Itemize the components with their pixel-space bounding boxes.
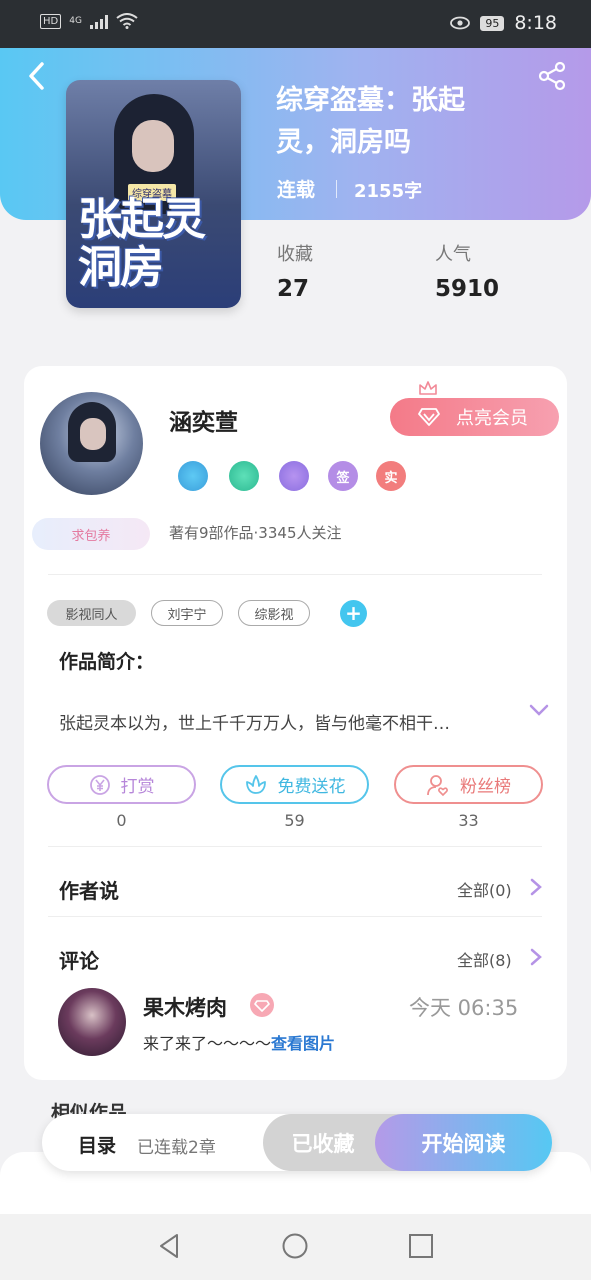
flower-icon [245,774,266,794]
cover-title: 张起灵洞房 [78,194,206,293]
user-heart-icon [427,774,448,796]
author-avatar[interactable] [40,392,143,495]
nav-back-icon[interactable] [155,1232,183,1260]
author-says-title: 作者说 [59,879,119,903]
start-reading-button[interactable]: 开始阅读 [375,1114,552,1171]
verified-badge-icon[interactable]: 实 [376,461,406,491]
qiubao-badge: 求包养 [32,518,150,550]
tip-count: 0 [116,811,127,830]
status-bar: HD 4G 95 8:18 [0,0,591,48]
tag-1[interactable]: 影视同人 [47,600,136,626]
chevron-down-icon[interactable] [528,702,550,718]
diamond-icon [418,408,440,426]
tip-button[interactable]: 打赏 [47,765,196,804]
fans-button[interactable]: 粉丝榜 [394,765,543,804]
divider [48,846,542,847]
avatar-face [80,418,106,450]
tip-label: 打赏 [120,777,155,797]
fans-count: 33 [458,811,479,830]
book-title: 综穿盗墓：张起灵，洞房吗 [276,85,465,158]
favorites-value: 27 [277,276,310,302]
popularity-value: 5910 [435,276,500,302]
back-icon[interactable] [22,58,50,94]
divider [48,574,542,575]
add-tag-button[interactable]: + [340,600,367,627]
toc-meta[interactable]: 已连载2章 [137,1133,216,1158]
word-count: 2155字 [354,181,423,202]
crown-icon [419,381,437,395]
author-meta: 著有9部作品·3345人关注 [169,524,342,542]
flower-button[interactable]: 免费送花 [220,765,369,804]
eye-comfort-icon [450,16,471,30]
ticket-badge-icon[interactable] [279,461,309,491]
commenter-avatar[interactable] [58,988,126,1056]
comments-title: 评论 [59,949,99,973]
intro-text[interactable]: 张起灵本以为，世上千千万万人，皆与他毫不相干… [59,709,509,734]
book-cover[interactable]: 综穿盗墓 张起灵洞房 [66,80,241,308]
popularity-label: 人气 [435,244,471,265]
nav-home-icon[interactable] [281,1232,309,1260]
network-indicator: 4G [69,16,82,26]
comment-time: 今天 06:35 [409,996,519,1020]
chevron-right-icon[interactable] [529,878,543,896]
comment-text[interactable]: 来了来了～～～～查看图片 [143,1030,335,1054]
battery-indicator: 95 [480,15,505,31]
view-image-link[interactable]: 查看图片 [271,1034,335,1053]
clock: 8:18 [514,12,557,34]
tag-3[interactable]: 综影视 [238,600,310,626]
vip-button-label: 点亮会员 [456,408,528,429]
book-status: 连载 [277,179,316,201]
fans-label: 粉丝榜 [460,777,511,797]
share-icon[interactable] [536,60,568,92]
chevron-right-icon[interactable] [529,948,543,966]
flower-count: 59 [284,811,305,830]
tag-2[interactable]: 刘宇宁 [151,600,223,626]
intro-label: 作品简介： [59,651,155,673]
hd-indicator: HD [40,13,62,29]
cover-face [132,120,174,172]
author-says-more[interactable]: 全部(0) [457,877,512,901]
wifi-icon [116,13,138,29]
signal-icon [89,13,108,29]
nav-recents-icon[interactable] [407,1232,435,1260]
flower-label: 免费送花 [277,777,346,797]
handshake-badge-icon[interactable] [229,461,259,491]
toc-button[interactable]: 目录 [78,1131,116,1158]
music-badge-icon[interactable] [178,461,208,491]
comments-more[interactable]: 全部(8) [457,947,512,971]
yen-coin-icon [89,774,110,795]
vip-button[interactable]: 点亮会员 [390,398,559,436]
sign-badge-icon[interactable]: 签 [328,461,358,491]
vip-diamond-icon [250,993,274,1017]
author-name[interactable]: 涵奕萱 [169,403,238,437]
status-divider [336,180,337,198]
comment-body: 来了来了～～～～ [143,1034,272,1053]
divider [48,916,542,917]
favorites-label: 收藏 [277,244,313,265]
commenter-name[interactable]: 果木烤肉 [143,992,227,1022]
